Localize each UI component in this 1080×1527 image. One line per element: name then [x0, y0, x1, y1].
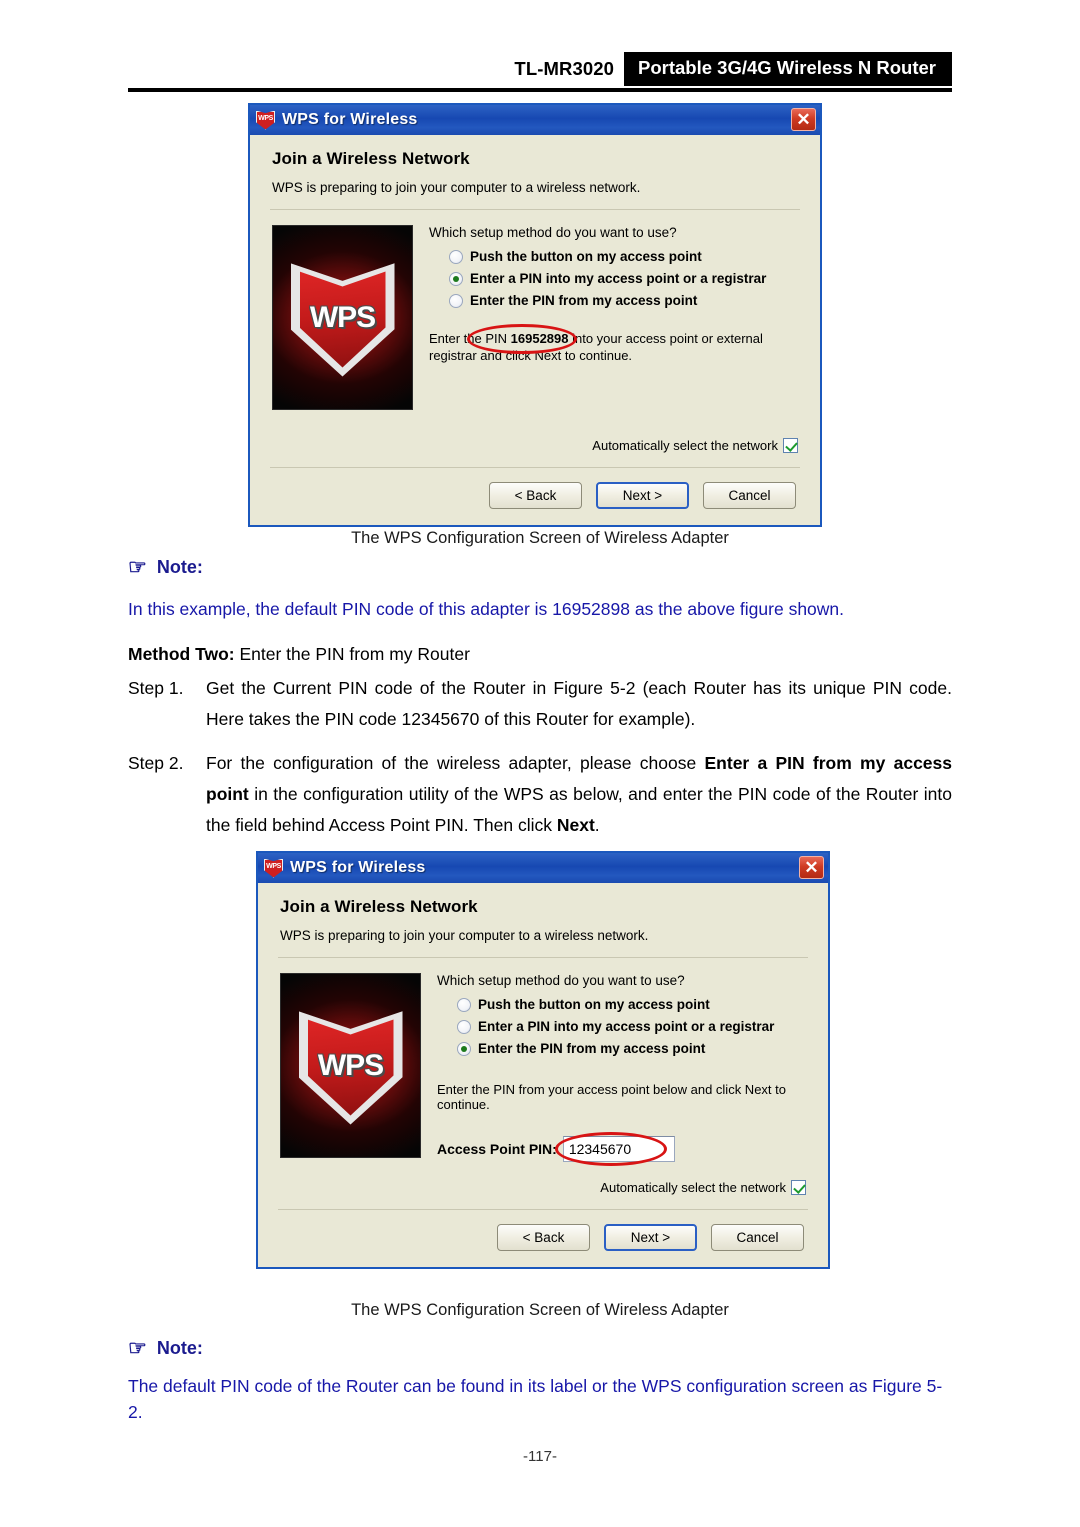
step-two-part3: . — [594, 814, 600, 835]
autoselect-checkbox[interactable] — [783, 438, 798, 453]
cancel-button[interactable]: Cancel — [711, 1224, 804, 1251]
dialog-one-body: Join a Wireless Network WPS is preparing… — [250, 135, 820, 525]
method-two-label: Method Two: — [128, 644, 235, 664]
dialog-one-radio-group: Push the button on my access point Enter… — [429, 249, 820, 308]
autoselect-label: Automatically select the network — [600, 1180, 786, 1195]
next-button[interactable]: Next > — [596, 482, 689, 509]
note-one-heading: ☞ Note: — [128, 557, 203, 578]
back-button[interactable]: < Back — [489, 482, 582, 509]
wps-logo-graphic: WPS — [272, 225, 413, 410]
access-point-pin-input[interactable]: 12345670 — [562, 1136, 675, 1162]
dialog-two-prompt: Which setup method do you want to use? — [437, 973, 685, 988]
wps-dialog-one: WPS WPS for Wireless ✕ Join a Wireless N… — [248, 103, 822, 527]
radio-enter-pin-into-ap[interactable]: Enter a PIN into my access point or a re… — [449, 271, 820, 286]
radio-icon — [449, 293, 463, 308]
dialog-two-body: Join a Wireless Network WPS is preparing… — [258, 883, 828, 1267]
radio-label: Push the button on my access point — [470, 249, 702, 264]
dialog-two-titlebar: WPS WPS for Wireless ✕ — [258, 853, 828, 883]
radio-enter-pin-from-ap[interactable]: Enter the PIN from my access point — [457, 1041, 828, 1056]
wps-logo-text: WPS — [309, 300, 376, 334]
radio-push-button[interactable]: Push the button on my access point — [449, 249, 820, 264]
note-two-label: Note: — [156, 1338, 203, 1358]
radio-enter-pin-into-ap[interactable]: Enter a PIN into my access point or a re… — [457, 1019, 828, 1034]
step-two-row: Step 2. For the configuration of the wir… — [128, 748, 952, 841]
page-number: -117- — [523, 1448, 557, 1465]
step-one-text: Get the Current PIN code of the Router i… — [206, 678, 952, 729]
dialog-two-radio-group: Push the button on my access point Enter… — [437, 997, 828, 1056]
wps-logo-graphic: WPS — [280, 973, 421, 1158]
step-one-row: Step 1. Get the Current PIN code of the … — [128, 673, 952, 735]
radio-icon — [457, 997, 471, 1012]
note-two-text: The default PIN code of the Router can b… — [128, 1376, 943, 1422]
close-icon[interactable]: ✕ — [799, 856, 824, 879]
dialog-one-autoselect-row[interactable]: Automatically select the network — [250, 438, 820, 453]
back-button[interactable]: < Back — [497, 1224, 590, 1251]
note-one-label: Note: — [156, 557, 203, 577]
dialog-one-caption: The WPS Configuration Screen of Wireless… — [351, 529, 729, 547]
next-button[interactable]: Next > — [604, 1224, 697, 1251]
dialog-one-subtitle: WPS is preparing to join your computer t… — [272, 180, 641, 195]
dialog-one-button-row: < Back Next > Cancel — [250, 468, 820, 525]
dialog-two-caption: The WPS Configuration Screen of Wireless… — [351, 1301, 729, 1319]
dialog-two-title: WPS for Wireless — [290, 859, 426, 876]
dialog-one-content: WPS Which setup method do you want to us… — [250, 210, 820, 410]
dialog-two-autoselect-row[interactable]: Automatically select the network — [258, 1180, 828, 1195]
radio-icon — [449, 249, 463, 264]
dialog-two-button-row: < Back Next > Cancel — [258, 1210, 828, 1267]
dialog-one-pin-instruction: Enter the PIN 16952898 into your access … — [429, 324, 789, 364]
radio-selected-icon — [449, 271, 463, 286]
close-icon[interactable]: ✕ — [791, 108, 816, 131]
header-divider — [128, 88, 952, 92]
dialog-one-heading: Join a Wireless Network — [272, 149, 470, 168]
access-point-pin-row: Access Point PIN: 12345670 — [437, 1132, 828, 1166]
autoselect-label: Automatically select the network — [592, 438, 778, 453]
radio-push-button[interactable]: Push the button on my access point — [457, 997, 828, 1012]
dialog-one-prompt: Which setup method do you want to use? — [429, 225, 677, 240]
radio-selected-icon — [457, 1041, 471, 1056]
pointing-hand-icon: ☞ — [128, 1337, 147, 1360]
dialog-one-options-column: Which setup method do you want to use? P… — [413, 225, 820, 410]
wps-shield-icon: WPS — [264, 858, 283, 878]
model-name: TL-MR3020 — [514, 58, 615, 79]
access-point-pin-label: Access Point PIN: — [437, 1141, 557, 1157]
pointing-hand-icon: ☞ — [128, 556, 147, 579]
pin-value: 16952898 — [510, 331, 569, 346]
step-two-label: Step 2. — [128, 753, 184, 773]
cancel-button[interactable]: Cancel — [703, 482, 796, 509]
wps-logo-text: WPS — [317, 1048, 384, 1082]
radio-label: Push the button on my access point — [478, 997, 710, 1012]
dialog-two-subtitle: WPS is preparing to join your computer t… — [280, 928, 649, 943]
pin-text-before: Enter the PIN — [429, 331, 511, 346]
radio-label: Enter a PIN into my access point or a re… — [478, 1019, 775, 1034]
note-two-heading: ☞ Note: — [128, 1338, 203, 1359]
radio-enter-pin-from-ap[interactable]: Enter the PIN from my access point — [449, 293, 820, 308]
step-one-label: Step 1. — [128, 678, 184, 698]
radio-label: Enter the PIN from my access point — [470, 293, 698, 308]
page-header: TL-MR3020 Portable 3G/4G Wireless N Rout… — [0, 52, 1080, 86]
radio-icon — [457, 1019, 471, 1034]
note-one-text: In this example, the default PIN code of… — [128, 599, 845, 619]
dialog-two-options-column: Which setup method do you want to use? P… — [421, 973, 828, 1166]
radio-label: Enter the PIN from my access point — [478, 1041, 706, 1056]
product-banner: Portable 3G/4G Wireless N Router — [624, 52, 952, 86]
dialog-two-heading: Join a Wireless Network — [280, 897, 478, 916]
dialog-one-titlebar: WPS WPS for Wireless ✕ — [250, 105, 820, 135]
wps-dialog-two: WPS WPS for Wireless ✕ Join a Wireless N… — [256, 851, 830, 1269]
step-two-text: For the configuration of the wireless ad… — [206, 748, 952, 841]
radio-label: Enter a PIN into my access point or a re… — [470, 271, 767, 286]
dialog-two-instruction: Enter the PIN from your access point bel… — [437, 1082, 786, 1112]
autoselect-checkbox[interactable] — [791, 1180, 806, 1195]
dialog-one-title: WPS for Wireless — [282, 111, 418, 128]
step-two-part1: For the configuration of the wireless ad… — [206, 753, 705, 773]
method-two-line: Method Two: Enter the PIN from my Router — [128, 639, 952, 670]
step-two-bold2: Next — [556, 814, 595, 835]
method-two-rest: Enter the PIN from my Router — [234, 644, 470, 664]
wps-shield-icon: WPS — [256, 110, 275, 130]
dialog-two-content: WPS Which setup method do you want to us… — [258, 958, 828, 1166]
